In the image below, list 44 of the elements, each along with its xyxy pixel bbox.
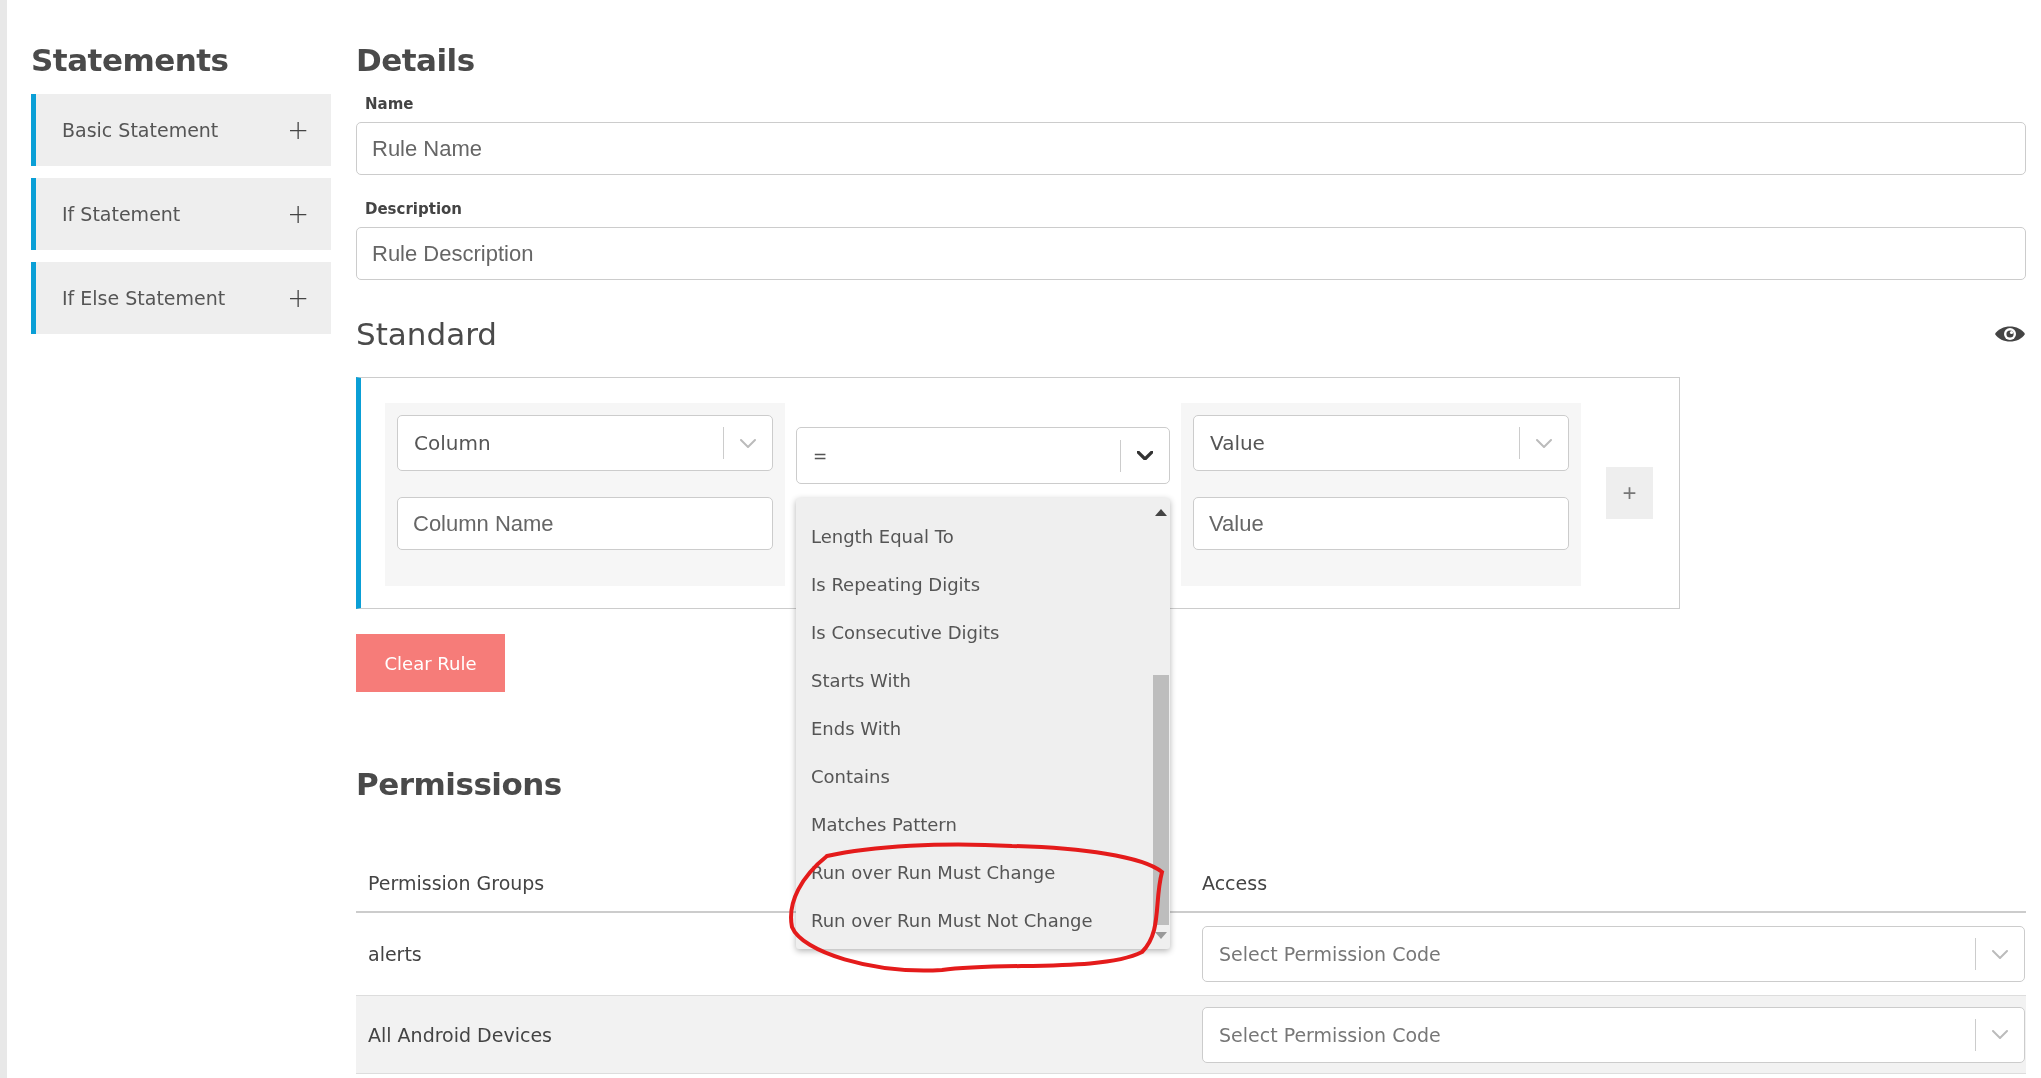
scrollbar-thumb[interactable] (1153, 675, 1169, 925)
dropdown-option[interactable]: Length Equal To (796, 512, 1152, 560)
section-title: Details (356, 41, 475, 80)
add-statement-button[interactable]: + (287, 115, 309, 145)
dropdown-option[interactable]: Starts With (796, 656, 1152, 704)
permission-code-select[interactable]: Select Permission Code (1202, 1006, 2025, 1063)
chevron-down-icon (1137, 451, 1153, 460)
dropdown-option[interactable]: Matches Pattern (796, 800, 1152, 848)
table-cell: alerts (368, 943, 422, 965)
section-title: Standard (356, 315, 498, 354)
permission-code-select[interactable]: Select Permission Code (1202, 926, 2025, 982)
column-name-field[interactable]: Column Name (397, 497, 773, 550)
add-statement-button[interactable]: + (287, 199, 309, 229)
value-select[interactable]: Value (1193, 415, 1569, 471)
dropdown-option[interactable]: Is Repeating Digits (796, 560, 1152, 608)
sidebar-title: Statements (31, 41, 230, 80)
dropdown-option[interactable]: Ends With (796, 704, 1152, 752)
column-header: Access (1202, 871, 1268, 894)
chevron-down-icon (1992, 1030, 2008, 1039)
statement-item[interactable]: If Statement + (31, 178, 331, 250)
add-condition-button[interactable]: + (1606, 467, 1653, 519)
field-label: Name (365, 94, 415, 114)
statement-label: If Else Statement (62, 287, 226, 309)
text-field[interactable]: Rule Description (356, 227, 2026, 280)
add-statement-button[interactable]: + (287, 283, 309, 313)
dropdown-option[interactable]: Is Consecutive Digits (796, 608, 1152, 656)
value-field[interactable]: Value (1193, 497, 1569, 550)
statement-item[interactable]: Basic Statement + (31, 94, 331, 166)
operator-select[interactable]: = (796, 427, 1170, 484)
chevron-down-icon (1992, 949, 2008, 959)
chevron-down-icon (1536, 438, 1552, 448)
statement-label: Basic Statement (62, 119, 219, 141)
text-field[interactable]: Rule Name (356, 122, 2026, 175)
chevron-down-icon (740, 438, 756, 448)
scroll-up-icon[interactable] (1155, 508, 1167, 516)
statement-label: If Statement (62, 203, 181, 225)
table-cell: All Android Devices (368, 1023, 552, 1046)
section-title: Permissions (356, 765, 562, 804)
dropdown-option[interactable]: Run over Run Must Not Change (796, 896, 1152, 944)
column-header: Permission Groups (368, 871, 545, 894)
dropdown-option[interactable]: Contains (796, 752, 1152, 800)
field-label: Description (365, 199, 464, 219)
statement-item[interactable]: If Else Statement + (31, 262, 331, 334)
column-select[interactable]: Column (397, 415, 773, 471)
